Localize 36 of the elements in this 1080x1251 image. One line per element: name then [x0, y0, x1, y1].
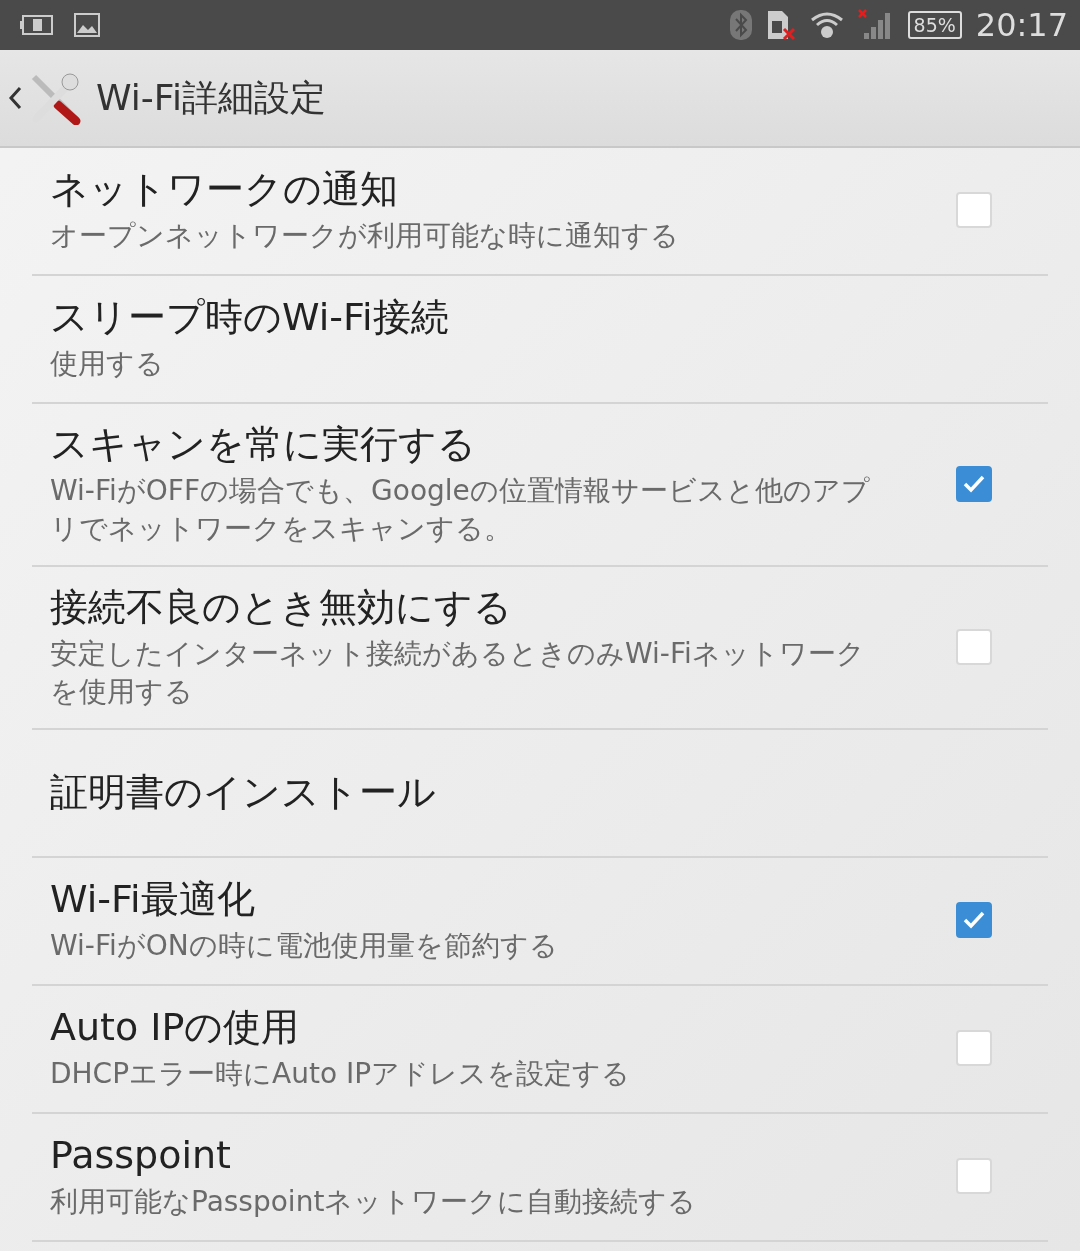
setting-summary: 安定したインターネット接続があるときのみWi-Fiネットワークを使用する — [50, 635, 866, 710]
setting-summary: Wi-FiがOFFの場合でも、Googleの位置情報サービスと他のアプリでネットワークをスキャンする。 — [50, 472, 871, 547]
setting-summary: 使用する — [50, 346, 165, 382]
battery-indicator: 85% — [907, 11, 962, 39]
setting-title: 接続不良のとき無効にする — [50, 583, 513, 631]
setting-title: Passpoint — [50, 1132, 232, 1179]
checkbox[interactable] — [956, 902, 992, 938]
setting-title: Auto IPの使用 — [50, 1004, 301, 1051]
setting-row[interactable]: ネットワークの通知 オープンネットワークが利用可能な時に通知する — [32, 148, 1048, 276]
setting-title: スキャンを常に実行する — [50, 420, 477, 468]
setting-row[interactable]: Auto IPの使用 DHCPエラー時にAuto IPアドレスを設定する — [32, 986, 1048, 1114]
setting-summary: 利用可能なPasspointネットワークに自動接続する — [50, 1184, 698, 1220]
setting-row[interactable]: スキャンを常に実行する Wi-FiがOFFの場合でも、Googleの位置情報サービスと他のアプリでネットワークをスキャンする。 — [32, 404, 1048, 567]
setting-summary: DHCPエラー時にAuto IPアドレスを設定する — [50, 1056, 632, 1092]
checkbox[interactable] — [956, 465, 992, 502]
battery-info-icon — [20, 13, 54, 37]
setting-summary: Wi-FiがONの時に電池使用量を節約する — [50, 928, 559, 964]
screen-title: Wi-Fi詳細設定 — [96, 75, 326, 120]
clock: 20:17 — [975, 6, 1068, 44]
setting-title: Wi-Fi最適化 — [50, 876, 256, 923]
wifi-icon — [809, 10, 844, 40]
checkmark-icon — [962, 473, 986, 494]
setting-title: スリープ時のWi-Fi接続 — [50, 294, 450, 341]
checkmark-icon — [962, 910, 986, 930]
setting-row[interactable]: 証明書のインストール — [32, 730, 1048, 858]
image-icon — [74, 13, 100, 37]
setting-summary: オープンネットワークが利用可能な時に通知する — [50, 218, 680, 254]
setting-row[interactable]: 接続不良のとき無効にする 安定したインターネット接続があるときのみWi-Fiネットワークを使用する — [32, 567, 1048, 730]
back-icon[interactable] — [8, 86, 22, 110]
setting-row[interactable]: Wi-Fi最適化 Wi-FiがONの時に電池使用量を節約する — [32, 858, 1048, 986]
sim-card-icon — [765, 9, 796, 41]
setting-row[interactable]: Passpoint 利用可能なPasspointネットワークに自動接続する — [32, 1114, 1048, 1242]
setting-title: 証明書のインストール — [50, 769, 437, 816]
bluetooth-icon — [729, 10, 752, 40]
setting-title: ネットワークの通知 — [50, 166, 399, 213]
setting-row[interactable]: スリープ時のWi-Fi接続 使用する — [32, 276, 1048, 404]
